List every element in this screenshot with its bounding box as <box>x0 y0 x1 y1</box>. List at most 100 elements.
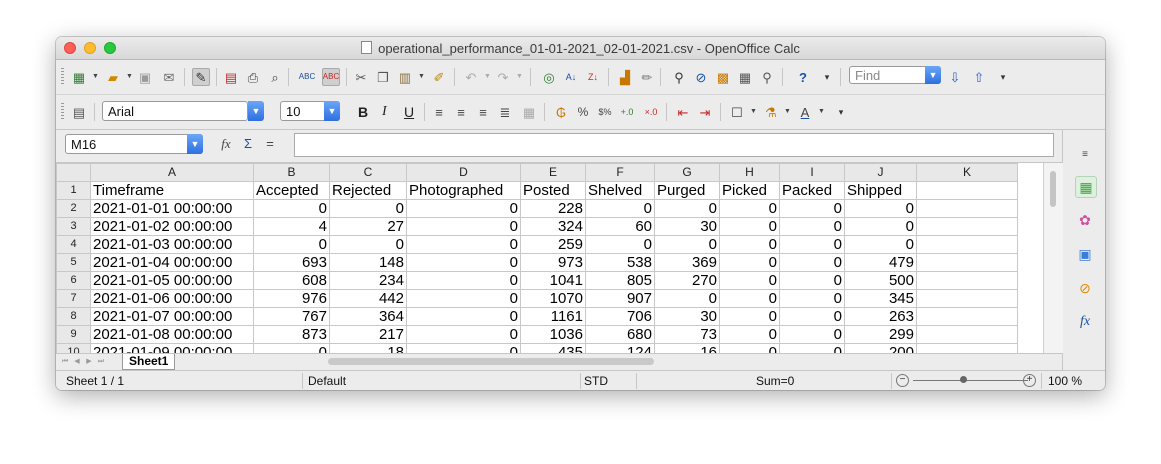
styles-icon[interactable]: ▤ <box>70 103 88 121</box>
cell[interactable]: 0 <box>779 235 845 254</box>
background-color-icon[interactable]: ⚗ <box>762 103 780 121</box>
cell[interactable]: 0 <box>719 289 780 308</box>
spreadsheet-grid[interactable]: A B C D E F G H I J K 1 Timeframe Accept… <box>56 163 1062 353</box>
print-icon[interactable]: ⎙ <box>244 68 262 86</box>
justify-icon[interactable]: ≣ <box>496 103 514 121</box>
formula-input[interactable] <box>294 133 1054 157</box>
zoom-in-icon[interactable]: + <box>1023 374 1036 387</box>
zoom-level[interactable]: 100 % <box>1048 374 1082 388</box>
cell[interactable]: 369 <box>654 253 720 272</box>
underline-button[interactable]: U <box>404 104 414 120</box>
cell[interactable]: 2021-01-03 00:00:00 <box>90 235 254 254</box>
cell[interactable]: 73 <box>654 325 720 344</box>
vertical-scrollbar[interactable] <box>1043 163 1063 353</box>
cell[interactable]: 1161 <box>520 307 586 326</box>
function-wizard-icon[interactable]: fx <box>217 134 235 152</box>
cell[interactable]: 0 <box>719 343 780 353</box>
cut-icon[interactable]: ✂ <box>352 68 370 86</box>
cell[interactable]: 0 <box>406 217 521 236</box>
toolbar-overflow-icon[interactable]: ▾ <box>818 68 836 86</box>
cell[interactable]: 0 <box>719 199 780 218</box>
formula-equals-icon[interactable]: = <box>261 134 279 152</box>
cell[interactable]: 2021-01-07 00:00:00 <box>90 307 254 326</box>
cell[interactable]: 18 <box>329 343 407 353</box>
cell[interactable]: 1070 <box>520 289 586 308</box>
cell[interactable]: Accepted <box>253 181 330 200</box>
cell[interactable]: 0 <box>406 199 521 218</box>
cell[interactable]: 0 <box>654 235 720 254</box>
sidebar-menu-icon[interactable]: ≡ <box>1075 144 1095 164</box>
cell[interactable]: 4 <box>253 217 330 236</box>
chart-icon[interactable]: ▟ <box>616 68 634 86</box>
find-replace-icon[interactable]: ⚲ <box>670 68 688 86</box>
cell[interactable]: 500 <box>844 271 917 290</box>
cell[interactable]: Rejected <box>329 181 407 200</box>
column-header[interactable]: D <box>406 163 521 182</box>
name-box-dropdown-icon[interactable]: ▼ <box>187 134 203 154</box>
cell[interactable]: 0 <box>844 199 917 218</box>
cell[interactable]: 0 <box>406 271 521 290</box>
cell[interactable]: 907 <box>585 289 655 308</box>
font-name-dropdown-icon[interactable]: ▼ <box>248 101 264 121</box>
cell[interactable]: 1036 <box>520 325 586 344</box>
row-header[interactable]: 1 <box>56 181 91 200</box>
cell[interactable]: 442 <box>329 289 407 308</box>
find-dropdown-icon[interactable]: ▼ <box>925 66 941 84</box>
new-document-icon[interactable]: ▦ <box>70 68 88 86</box>
cell[interactable]: 228 <box>520 199 586 218</box>
cell[interactable]: 2021-01-01 00:00:00 <box>90 199 254 218</box>
sort-ascending-icon[interactable]: A↓ <box>562 68 580 86</box>
column-header[interactable]: C <box>329 163 407 182</box>
row-header[interactable]: 10 <box>56 343 91 353</box>
new-dropdown-icon[interactable]: ▼ <box>92 73 99 80</box>
cell[interactable]: 124 <box>585 343 655 353</box>
page-preview-icon[interactable]: ⌕ <box>266 68 284 86</box>
open-folder-icon[interactable]: ▰ <box>104 68 122 86</box>
borders-dropdown-icon[interactable]: ▼ <box>750 108 757 115</box>
cell[interactable]: Picked <box>719 181 780 200</box>
cell[interactable]: 0 <box>253 343 330 353</box>
row-header[interactable]: 5 <box>56 253 91 272</box>
page-style[interactable]: Default <box>308 374 346 388</box>
cell[interactable]: 767 <box>253 307 330 326</box>
cell[interactable]: Photographed <box>406 181 521 200</box>
cell[interactable]: 0 <box>779 325 845 344</box>
cell[interactable]: 973 <box>520 253 586 272</box>
save-icon[interactable]: ▣ <box>136 68 154 86</box>
previous-sheet-icon[interactable]: ◀ <box>72 354 82 368</box>
column-header[interactable]: F <box>585 163 655 182</box>
horizontal-scrollbar[interactable] <box>328 358 654 365</box>
merge-cells-icon[interactable]: ▦ <box>520 103 538 121</box>
styles-formatting-icon[interactable]: ✿ <box>1075 210 1095 230</box>
cell[interactable]: 0 <box>719 235 780 254</box>
cell[interactable]: 0 <box>844 235 917 254</box>
column-header[interactable]: G <box>654 163 720 182</box>
font-size-dropdown-icon[interactable]: ▼ <box>324 101 340 121</box>
gallery-icon[interactable]: ▩ <box>714 68 732 86</box>
cell[interactable] <box>916 325 1018 344</box>
cell[interactable]: 27 <box>329 217 407 236</box>
next-sheet-icon[interactable]: ▶ <box>84 354 94 368</box>
find-previous-icon[interactable]: ⇧ <box>970 68 988 86</box>
cell[interactable]: 2021-01-08 00:00:00 <box>90 325 254 344</box>
cell[interactable]: 259 <box>520 235 586 254</box>
hyperlink-icon[interactable]: ◎ <box>540 68 558 86</box>
cell[interactable]: 0 <box>654 199 720 218</box>
spellcheck-icon[interactable]: ABC <box>298 68 316 86</box>
sum-icon[interactable]: Σ <box>239 134 257 152</box>
cell[interactable]: 324 <box>520 217 586 236</box>
zoom-slider[interactable] <box>913 380 1028 381</box>
help-icon[interactable]: ? <box>794 68 812 86</box>
font-color-dropdown-icon[interactable]: ▼ <box>818 108 825 115</box>
cell[interactable]: 435 <box>520 343 586 353</box>
email-icon[interactable]: ✉ <box>160 68 178 86</box>
cell[interactable]: 0 <box>654 289 720 308</box>
copy-icon[interactable]: ❐ <box>374 68 392 86</box>
cell[interactable]: 0 <box>779 253 845 272</box>
undo-dropdown-icon[interactable]: ▼ <box>484 73 491 80</box>
cell[interactable]: 1041 <box>520 271 586 290</box>
cell[interactable]: 0 <box>329 199 407 218</box>
navigator-icon[interactable]: ⊘ <box>692 68 710 86</box>
toolbar-grip[interactable] <box>61 103 64 121</box>
cell[interactable]: 0 <box>719 307 780 326</box>
